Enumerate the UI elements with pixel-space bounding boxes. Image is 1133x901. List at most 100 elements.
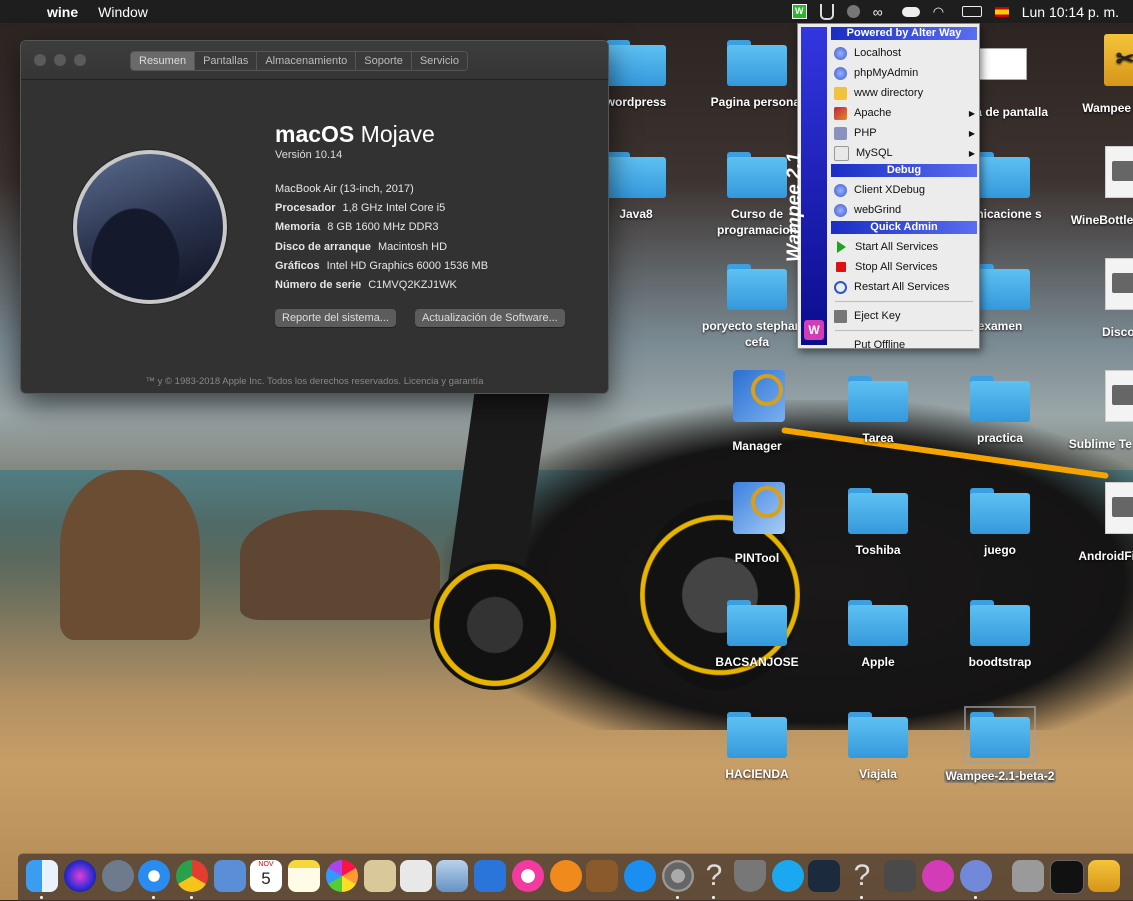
dmg-icon bbox=[1105, 146, 1133, 198]
desktop-file[interactable]: Discord. bbox=[1066, 258, 1133, 340]
menu-item-put-offline[interactable]: Put Offline bbox=[831, 335, 977, 355]
tab-almacenamiento[interactable]: Almacenamiento bbox=[257, 52, 357, 70]
folder-icon bbox=[970, 376, 1030, 422]
software-update-button[interactable]: Actualización de Software... bbox=[415, 309, 565, 327]
unknown-icon-2[interactable]: ? bbox=[846, 860, 878, 892]
menu-item-mysql[interactable]: MySQL ▶ bbox=[831, 143, 977, 163]
clock[interactable]: Lun 10:14 p. m. bbox=[1022, 4, 1119, 20]
spec-label: Número de serie bbox=[275, 279, 362, 292]
books-icon[interactable] bbox=[550, 860, 582, 892]
wampee-dock-icon[interactable] bbox=[922, 860, 954, 892]
tab-pantallas[interactable]: Pantallas bbox=[195, 52, 258, 70]
safari-icon[interactable] bbox=[138, 860, 170, 892]
desktop-item-label: practica bbox=[976, 431, 1024, 445]
desktop-folder[interactable]: juego bbox=[940, 488, 1060, 558]
desktop-folder[interactable]: Tarea bbox=[818, 376, 938, 446]
calendar-icon[interactable]: NOV 5 bbox=[250, 860, 282, 892]
siri-icon[interactable] bbox=[64, 860, 96, 892]
wampee-icon[interactable]: W bbox=[791, 4, 807, 19]
preview-icon[interactable] bbox=[364, 860, 396, 892]
calculator-icon[interactable] bbox=[1012, 860, 1044, 892]
menu-item-client-xdebug[interactable]: Client XDebug bbox=[831, 180, 977, 200]
menu-item-start-all[interactable]: Start All Services bbox=[831, 237, 977, 257]
zoom-button[interactable] bbox=[74, 54, 86, 66]
system-report-button[interactable]: Reporte del sistema... bbox=[275, 309, 396, 327]
desktop-folder[interactable]: Viajala bbox=[818, 712, 938, 782]
shield-icon[interactable] bbox=[734, 860, 766, 892]
guitar-icon[interactable] bbox=[586, 860, 618, 892]
apache-feather-icon bbox=[834, 106, 847, 120]
notes-icon[interactable] bbox=[288, 860, 320, 892]
photos-icon[interactable] bbox=[326, 860, 358, 892]
spec-row: Número de serie C1MVQ2KZJ1WK bbox=[275, 276, 488, 295]
system-preferences-icon[interactable] bbox=[662, 860, 694, 892]
spain-flag-icon[interactable] bbox=[994, 6, 1009, 17]
menu-item-phpmyadmin[interactable]: phpMyAdmin bbox=[831, 63, 977, 83]
globe-icon bbox=[834, 66, 847, 80]
tab-bar: Resumen Pantallas Almacenamiento Soporte… bbox=[130, 51, 468, 71]
itunes-icon[interactable] bbox=[512, 860, 544, 892]
keynote-icon[interactable] bbox=[474, 860, 506, 892]
desktop-folder[interactable]: Apple bbox=[818, 600, 938, 670]
desktop-item-label: Apple bbox=[861, 655, 895, 669]
desktop-item-label: WineBottle _2.0.dm bbox=[1070, 213, 1133, 227]
tab-resumen[interactable]: Resumen bbox=[131, 52, 196, 70]
tab-soporte[interactable]: Soporte bbox=[356, 52, 412, 70]
desktop-file[interactable]: WineBottle _2.0.dm bbox=[1066, 146, 1133, 228]
desktop-app[interactable]: Wampee beta-2 bbox=[1066, 34, 1133, 116]
menu-item-www-directory[interactable]: www directory bbox=[831, 83, 977, 103]
menu-app-name[interactable]: wine bbox=[47, 4, 78, 20]
desktop-item-label: Sublime Te 3176.dm bbox=[1068, 437, 1133, 451]
tab-servicio[interactable]: Servicio bbox=[411, 52, 467, 70]
mojave-logo bbox=[73, 150, 227, 304]
creative-cloud-icon[interactable]: ∞ bbox=[873, 5, 889, 19]
menu-item-stop-all[interactable]: Stop All Services bbox=[831, 257, 977, 277]
menu-window[interactable]: Window bbox=[98, 4, 148, 20]
sublime-icon[interactable] bbox=[884, 860, 916, 892]
finder-icon[interactable] bbox=[26, 860, 58, 892]
desktop-folder-selected[interactable]: Wampee-2.1-beta-2 bbox=[940, 700, 1060, 784]
desktop-file[interactable]: Sublime Te 3176.dm bbox=[1066, 370, 1133, 452]
chrome-icon[interactable] bbox=[176, 860, 208, 892]
skype-icon[interactable] bbox=[772, 860, 804, 892]
desktop-folder[interactable]: practica bbox=[940, 376, 1060, 446]
app-store-icon[interactable] bbox=[624, 860, 656, 892]
menu-item-restart-all[interactable]: Restart All Services bbox=[831, 277, 977, 297]
mail-icon[interactable] bbox=[214, 860, 246, 892]
desktop-folder[interactable]: boodtstrap bbox=[940, 600, 1060, 670]
wifi-icon[interactable]: ◠ bbox=[933, 4, 949, 19]
unknown-icon[interactable]: ? bbox=[698, 860, 730, 892]
wallpaper-rock-2 bbox=[240, 510, 440, 620]
discord-icon[interactable] bbox=[960, 860, 992, 892]
os-name: macOS Mojave bbox=[275, 121, 435, 148]
virtualbox-icon[interactable] bbox=[436, 860, 468, 892]
numbers-icon[interactable] bbox=[400, 860, 432, 892]
minimize-button[interactable] bbox=[54, 54, 66, 66]
menu-item-localhost[interactable]: Localhost bbox=[831, 43, 977, 63]
atom-icon[interactable] bbox=[808, 860, 840, 892]
desktop-folder[interactable]: HACIENDA bbox=[697, 712, 817, 782]
desktop-app[interactable]: PINTool bbox=[697, 482, 817, 566]
menu-item-label: www directory bbox=[854, 87, 924, 99]
menu-item-apache[interactable]: Apache ▶ bbox=[831, 103, 977, 123]
close-button[interactable] bbox=[34, 54, 46, 66]
battery-icon[interactable] bbox=[961, 6, 982, 17]
spec-row: Gráficos Intel HD Graphics 6000 1536 MB bbox=[275, 257, 488, 276]
menu-item-webgrind[interactable]: webGrind bbox=[831, 200, 977, 220]
menu-item-label: Stop All Services bbox=[855, 261, 938, 273]
desktop-app[interactable]: Manager bbox=[697, 370, 817, 454]
desktop-folder[interactable]: BACSANJOSE bbox=[697, 600, 817, 670]
menu-item-label: Start All Services bbox=[855, 241, 939, 253]
menu-item-php[interactable]: PHP ▶ bbox=[831, 123, 977, 143]
menu-item-eject-key[interactable]: Eject Key bbox=[831, 306, 977, 326]
scissors-box-icon[interactable] bbox=[1088, 860, 1120, 892]
desktop-folder[interactable]: Toshiba bbox=[818, 488, 938, 558]
eject-icon bbox=[834, 309, 847, 323]
launchpad-icon[interactable] bbox=[102, 860, 134, 892]
desktop-file[interactable]: AndroidFile r.dm bbox=[1066, 482, 1133, 564]
desktop-item-label: Toshiba bbox=[855, 543, 901, 557]
terminal-icon[interactable] bbox=[1050, 860, 1084, 894]
glass-icon[interactable] bbox=[819, 3, 834, 20]
circle-icon[interactable] bbox=[846, 5, 860, 18]
cloud-icon[interactable] bbox=[901, 6, 920, 17]
